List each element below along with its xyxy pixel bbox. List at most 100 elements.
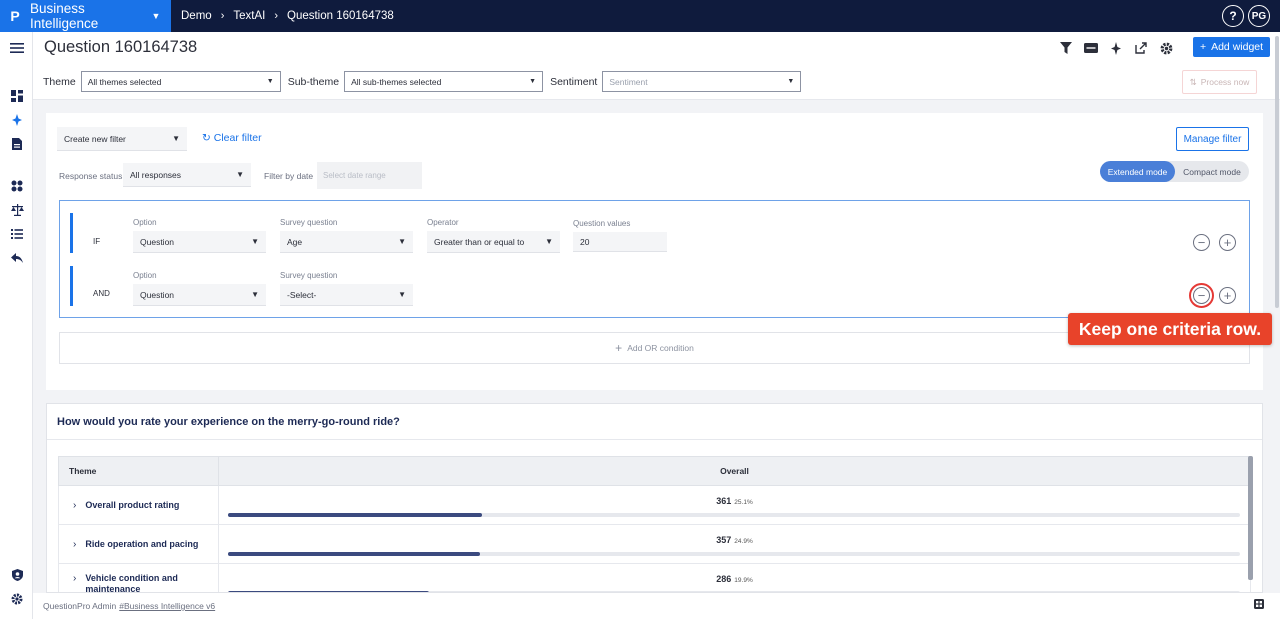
textai-sparkle-icon[interactable]: [0, 106, 33, 134]
plus-icon: +: [1199, 41, 1207, 53]
clear-filter-button[interactable]: ↻ Clear filter: [202, 132, 262, 144]
top-bar: P Business Intelligence ▼ Demo › TextAI …: [0, 0, 1280, 32]
gear-icon[interactable]: [9, 591, 25, 607]
conditions-group: IF Option Question ▼ Survey question Age…: [59, 200, 1250, 318]
help-icon[interactable]: ?: [1222, 5, 1244, 27]
theme-percent: 25.1%: [734, 499, 753, 506]
caret-down-icon: ▼: [151, 11, 161, 21]
question-values-label: Question values: [573, 219, 631, 228]
subtheme-select[interactable]: All sub-themes selected ▼: [344, 71, 544, 92]
option-value: Question: [140, 236, 175, 247]
table-scrollbar[interactable]: [1248, 456, 1253, 580]
condition-keyword-if: IF: [93, 237, 101, 246]
chevron-right-icon[interactable]: ›: [73, 573, 76, 584]
theme-name: Vehicle condition and maintenance: [85, 573, 178, 593]
list-icon[interactable]: [9, 226, 25, 242]
compact-mode-button[interactable]: Compact mode: [1175, 161, 1249, 182]
report-icon[interactable]: [9, 136, 25, 152]
subtheme-label: Sub-theme: [287, 75, 340, 88]
add-widget-button[interactable]: + Add widget: [1193, 37, 1270, 57]
theme-name: Ride operation and pacing: [85, 539, 199, 549]
shield-user-icon[interactable]: [9, 567, 25, 583]
theme-count: 361: [716, 496, 732, 506]
sentiment-select[interactable]: Sentiment ▼: [602, 71, 802, 92]
table-row[interactable]: › Vehicle condition and maintenance 286 19…: [58, 564, 1251, 593]
breadcrumb: Demo › TextAI › Question 160164738: [181, 10, 394, 22]
operator-label: Operator: [427, 218, 459, 227]
csv-export-icon[interactable]: [1083, 40, 1099, 56]
option-select[interactable]: Question ▼: [133, 231, 266, 253]
hamburger-menu-icon[interactable]: [9, 40, 25, 56]
settings-gear-icon[interactable]: [1158, 40, 1174, 56]
share-icon[interactable]: [1133, 40, 1149, 56]
add-condition-icon[interactable]: +: [1219, 234, 1236, 251]
table-row[interactable]: › Overall product rating 361 25.1%: [58, 486, 1251, 525]
breadcrumb-demo[interactable]: Demo: [181, 10, 212, 22]
page-title: Question 160164738: [44, 38, 198, 56]
page-header: Question 160164738 + Add widget Theme Al…: [33, 32, 1280, 100]
footer-version-link[interactable]: #Business Intelligence v6: [119, 601, 215, 611]
reply-icon[interactable]: [9, 250, 25, 266]
balance-scale-icon[interactable]: [9, 202, 25, 218]
create-filter-value: Create new filter: [64, 133, 126, 144]
extended-mode-button[interactable]: Extended mode: [1100, 161, 1175, 182]
remove-condition-icon[interactable]: −: [1193, 234, 1210, 251]
breadcrumb-textai[interactable]: TextAI: [233, 10, 265, 22]
process-now-label: Process now: [1200, 77, 1250, 87]
theme-label: Theme: [43, 75, 76, 88]
condition-indicator: [70, 213, 73, 253]
sparkle-icon[interactable]: [1108, 40, 1124, 56]
caret-down-icon: ▼: [529, 78, 537, 85]
footer: QuestionPro Admin #Business Intelligence…: [33, 593, 1280, 619]
survey-question-value: Age: [287, 236, 303, 247]
process-now-button[interactable]: ⇅ Process now: [1182, 70, 1257, 94]
progress-track: [228, 513, 1240, 517]
plus-icon: +: [615, 341, 623, 355]
theme-percent: 24.9%: [734, 538, 753, 545]
survey-question-label: Survey question: [280, 271, 338, 280]
user-avatar[interactable]: PG: [1248, 5, 1270, 27]
caret-down-icon: ▼: [236, 170, 244, 179]
condition-keyword-and: AND: [93, 289, 110, 298]
manage-filter-button[interactable]: Manage filter: [1176, 127, 1249, 151]
option-select[interactable]: Question ▼: [133, 284, 266, 306]
caret-down-icon: ▼: [172, 134, 180, 143]
app-name: Business Intelligence: [30, 1, 99, 31]
survey-question-select[interactable]: -Select- ▼: [280, 284, 413, 306]
theme-count: 357: [716, 535, 732, 545]
add-or-condition-label: Add OR condition: [627, 343, 694, 353]
chevron-right-icon[interactable]: ›: [73, 539, 76, 550]
theme-name: Overall product rating: [85, 500, 180, 510]
app-switcher[interactable]: P Business Intelligence ▼: [0, 0, 171, 32]
page-scrollbar[interactable]: [1275, 36, 1279, 308]
survey-question-select[interactable]: Age ▼: [280, 231, 413, 253]
question-values-input[interactable]: 20: [573, 232, 667, 252]
theme-select[interactable]: All themes selected ▼: [80, 71, 281, 92]
theme-percent: 19.9%: [734, 577, 753, 584]
option-value: Question: [140, 289, 175, 300]
table-header: Theme Overall: [58, 456, 1251, 486]
create-filter-select[interactable]: Create new filter ▼: [57, 127, 187, 151]
survey-question-label: Survey question: [280, 218, 338, 227]
column-header-theme: Theme: [59, 457, 219, 485]
response-status-select[interactable]: All responses ▼: [123, 163, 251, 187]
dashboard-icon[interactable]: [9, 88, 25, 104]
table-row[interactable]: › Ride operation and pacing 357 24.9%: [58, 525, 1251, 564]
add-condition-icon[interactable]: +: [1219, 287, 1236, 304]
operator-value: Greater than or equal to: [434, 236, 525, 247]
chevron-right-icon[interactable]: ›: [73, 500, 76, 511]
remove-condition-icon-highlighted[interactable]: −: [1189, 283, 1214, 308]
date-range-input[interactable]: Select date range: [317, 162, 422, 189]
caret-down-icon: ▼: [787, 78, 795, 85]
filter-icon[interactable]: [1058, 40, 1074, 56]
survey-question-value: -Select-: [287, 289, 317, 300]
filter-panel: Create new filter ▼ ↻ Clear filter Manag…: [46, 113, 1263, 390]
questionpro-logo: P: [10, 8, 20, 24]
response-status-label: Response status: [59, 171, 123, 181]
theme-filter-row: Theme All themes selected ▼ Sub-theme Al…: [43, 71, 808, 92]
clear-filter-label: Clear filter: [213, 132, 262, 144]
operator-select[interactable]: Greater than or equal to ▼: [427, 231, 560, 253]
network-icon[interactable]: [9, 178, 25, 194]
subtheme-select-value: All sub-themes selected: [351, 76, 442, 87]
grid-icon[interactable]: [1254, 599, 1264, 611]
